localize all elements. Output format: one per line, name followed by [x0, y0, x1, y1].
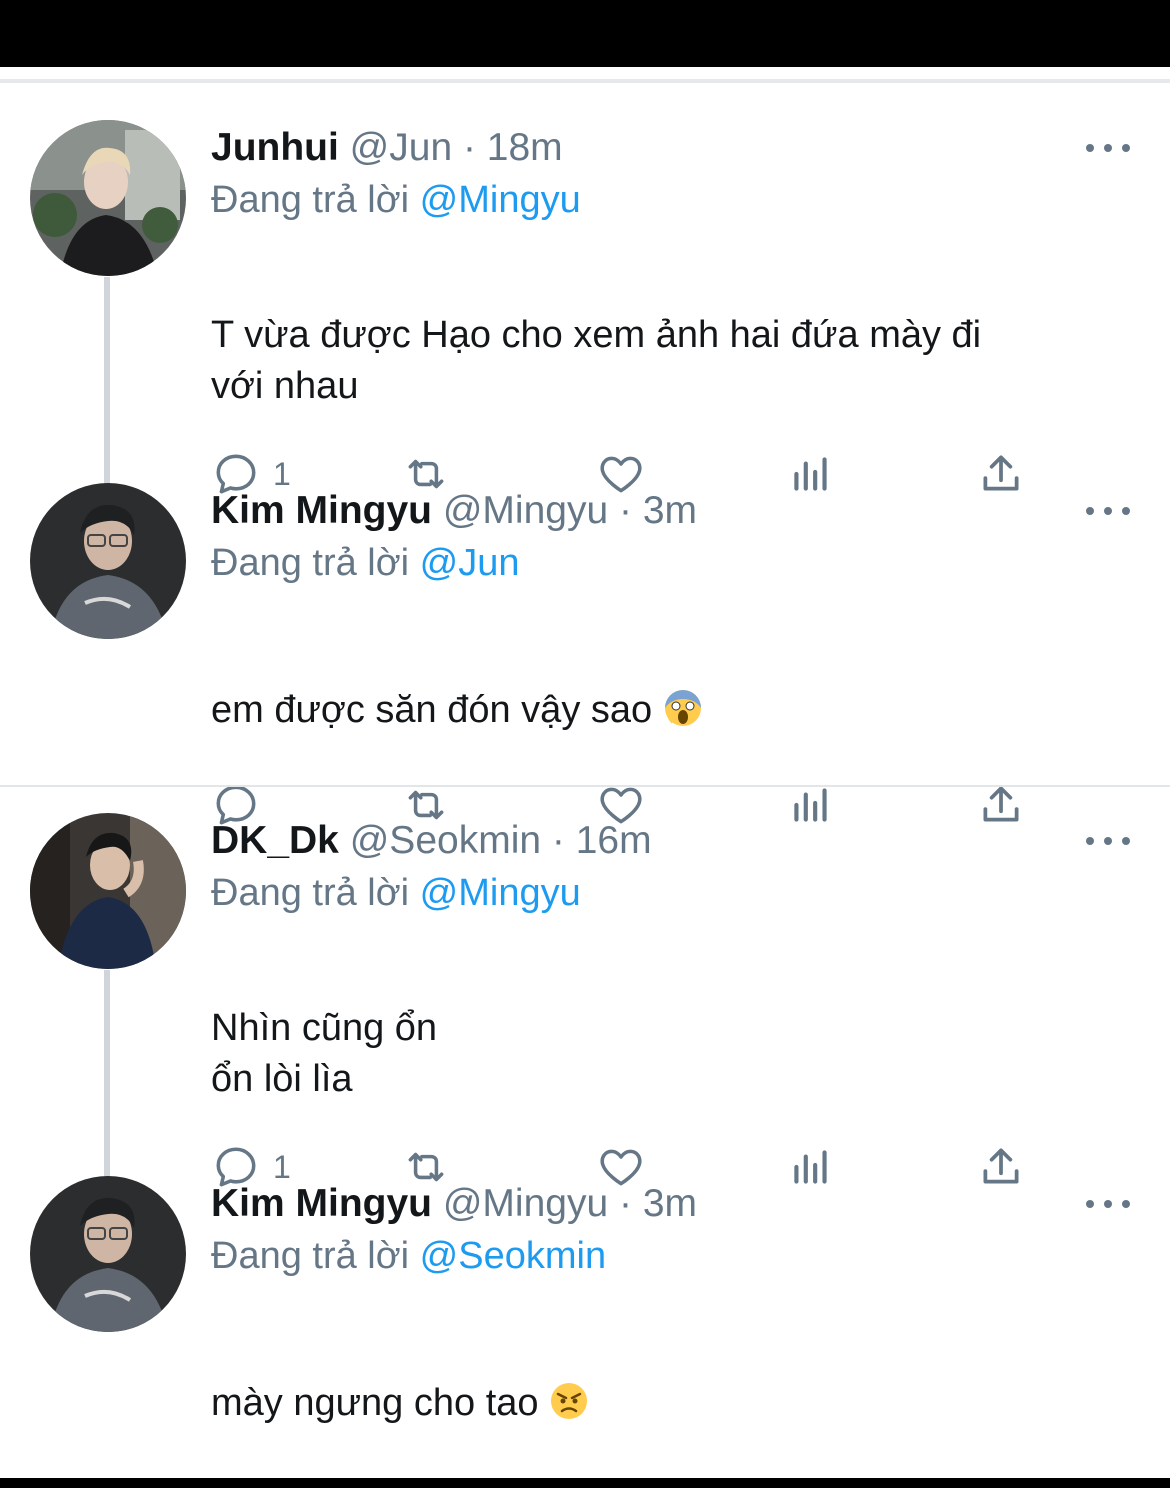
angry-face-emoji [551, 1383, 588, 1419]
tweet-actions [211, 1470, 1071, 1478]
tweet-text: Nhìn cũng ổn ổn lòi lìa [211, 1007, 438, 1100]
more-icon[interactable] [1086, 499, 1130, 523]
replying-prefix: Đang trả lời [211, 1235, 410, 1277]
tweet-header: Junhui @Jun · 18m [211, 126, 563, 170]
tweet[interactable]: Kim Mingyu @Mingyu · 3m Đang trả lời @Se… [0, 1176, 1170, 1476]
more-icon[interactable] [1086, 1192, 1130, 1216]
tweet-header: DK_Dk @Seokmin · 16m [211, 819, 652, 863]
user-avatar-junhui[interactable] [30, 120, 186, 276]
tweet[interactable]: Junhui @Jun · 18m Đang trả lời @Mingyu T… [0, 120, 1170, 494]
views-button[interactable] [786, 1470, 836, 1478]
tweet-text: T vừa được Hạo cho xem ảnh hai đứa mày đ… [211, 314, 982, 407]
screaming-face-emoji [664, 690, 701, 726]
display-name[interactable]: Junhui [211, 126, 339, 169]
tweet-text: em được săn đón vậy sao [211, 689, 663, 731]
share-button[interactable] [976, 1470, 1026, 1478]
retweet-button[interactable] [401, 1470, 451, 1478]
tweet-text-row: mày ngưng cho tao [211, 1378, 589, 1429]
tweet-thread-screen: Junhui @Jun · 18m Đang trả lời @Mingyu T… [0, 67, 1170, 1478]
replying-to: Đang trả lời @Seokmin [211, 1234, 606, 1278]
replying-to: Đang trả lời @Mingyu [211, 871, 581, 915]
user-avatar-dk[interactable] [30, 813, 186, 969]
replying-handle-link[interactable]: @Seokmin [420, 1235, 606, 1277]
thread-divider [0, 785, 1170, 787]
display-name[interactable]: Kim Mingyu [211, 489, 432, 532]
tweet[interactable]: Kim Mingyu @Mingyu · 3m Đang trả lời @Ju… [0, 483, 1170, 825]
more-icon[interactable] [1086, 136, 1130, 160]
bottom-edge [0, 1478, 1170, 1488]
tweet-header: Kim Mingyu @Mingyu · 3m [211, 1182, 697, 1226]
replying-handle-link[interactable]: @Jun [420, 542, 520, 584]
handle-and-time: @Mingyu · 3m [442, 489, 697, 532]
tweet-text-row: em được săn đón vậy sao [211, 685, 703, 736]
tweet-text: mày ngưng cho tao [211, 1382, 550, 1424]
tweet[interactable]: DK_Dk @Seokmin · 16m Đang trả lời @Mingy… [0, 813, 1170, 1187]
user-avatar-mingyu[interactable] [30, 1176, 186, 1332]
user-avatar-mingyu[interactable] [30, 483, 186, 639]
handle-and-time: @Seokmin · 16m [349, 819, 652, 862]
reply-button[interactable] [211, 1470, 261, 1478]
replying-prefix: Đang trả lời [211, 179, 410, 221]
like-button[interactable] [596, 1470, 646, 1478]
tweet-header: Kim Mingyu @Mingyu · 3m [211, 489, 697, 533]
handle-and-time: @Jun · 18m [349, 126, 563, 169]
top-divider [0, 79, 1170, 83]
display-name[interactable]: DK_Dk [211, 819, 339, 862]
handle-and-time: @Mingyu · 3m [442, 1182, 697, 1225]
display-name[interactable]: Kim Mingyu [211, 1182, 432, 1225]
replying-to: Đang trả lời @Mingyu [211, 178, 581, 222]
replying-prefix: Đang trả lời [211, 872, 410, 914]
replying-prefix: Đang trả lời [211, 542, 410, 584]
replying-to: Đang trả lời @Jun [211, 541, 520, 585]
more-icon[interactable] [1086, 829, 1130, 853]
replying-handle-link[interactable]: @Mingyu [420, 179, 581, 221]
replying-handle-link[interactable]: @Mingyu [420, 872, 581, 914]
